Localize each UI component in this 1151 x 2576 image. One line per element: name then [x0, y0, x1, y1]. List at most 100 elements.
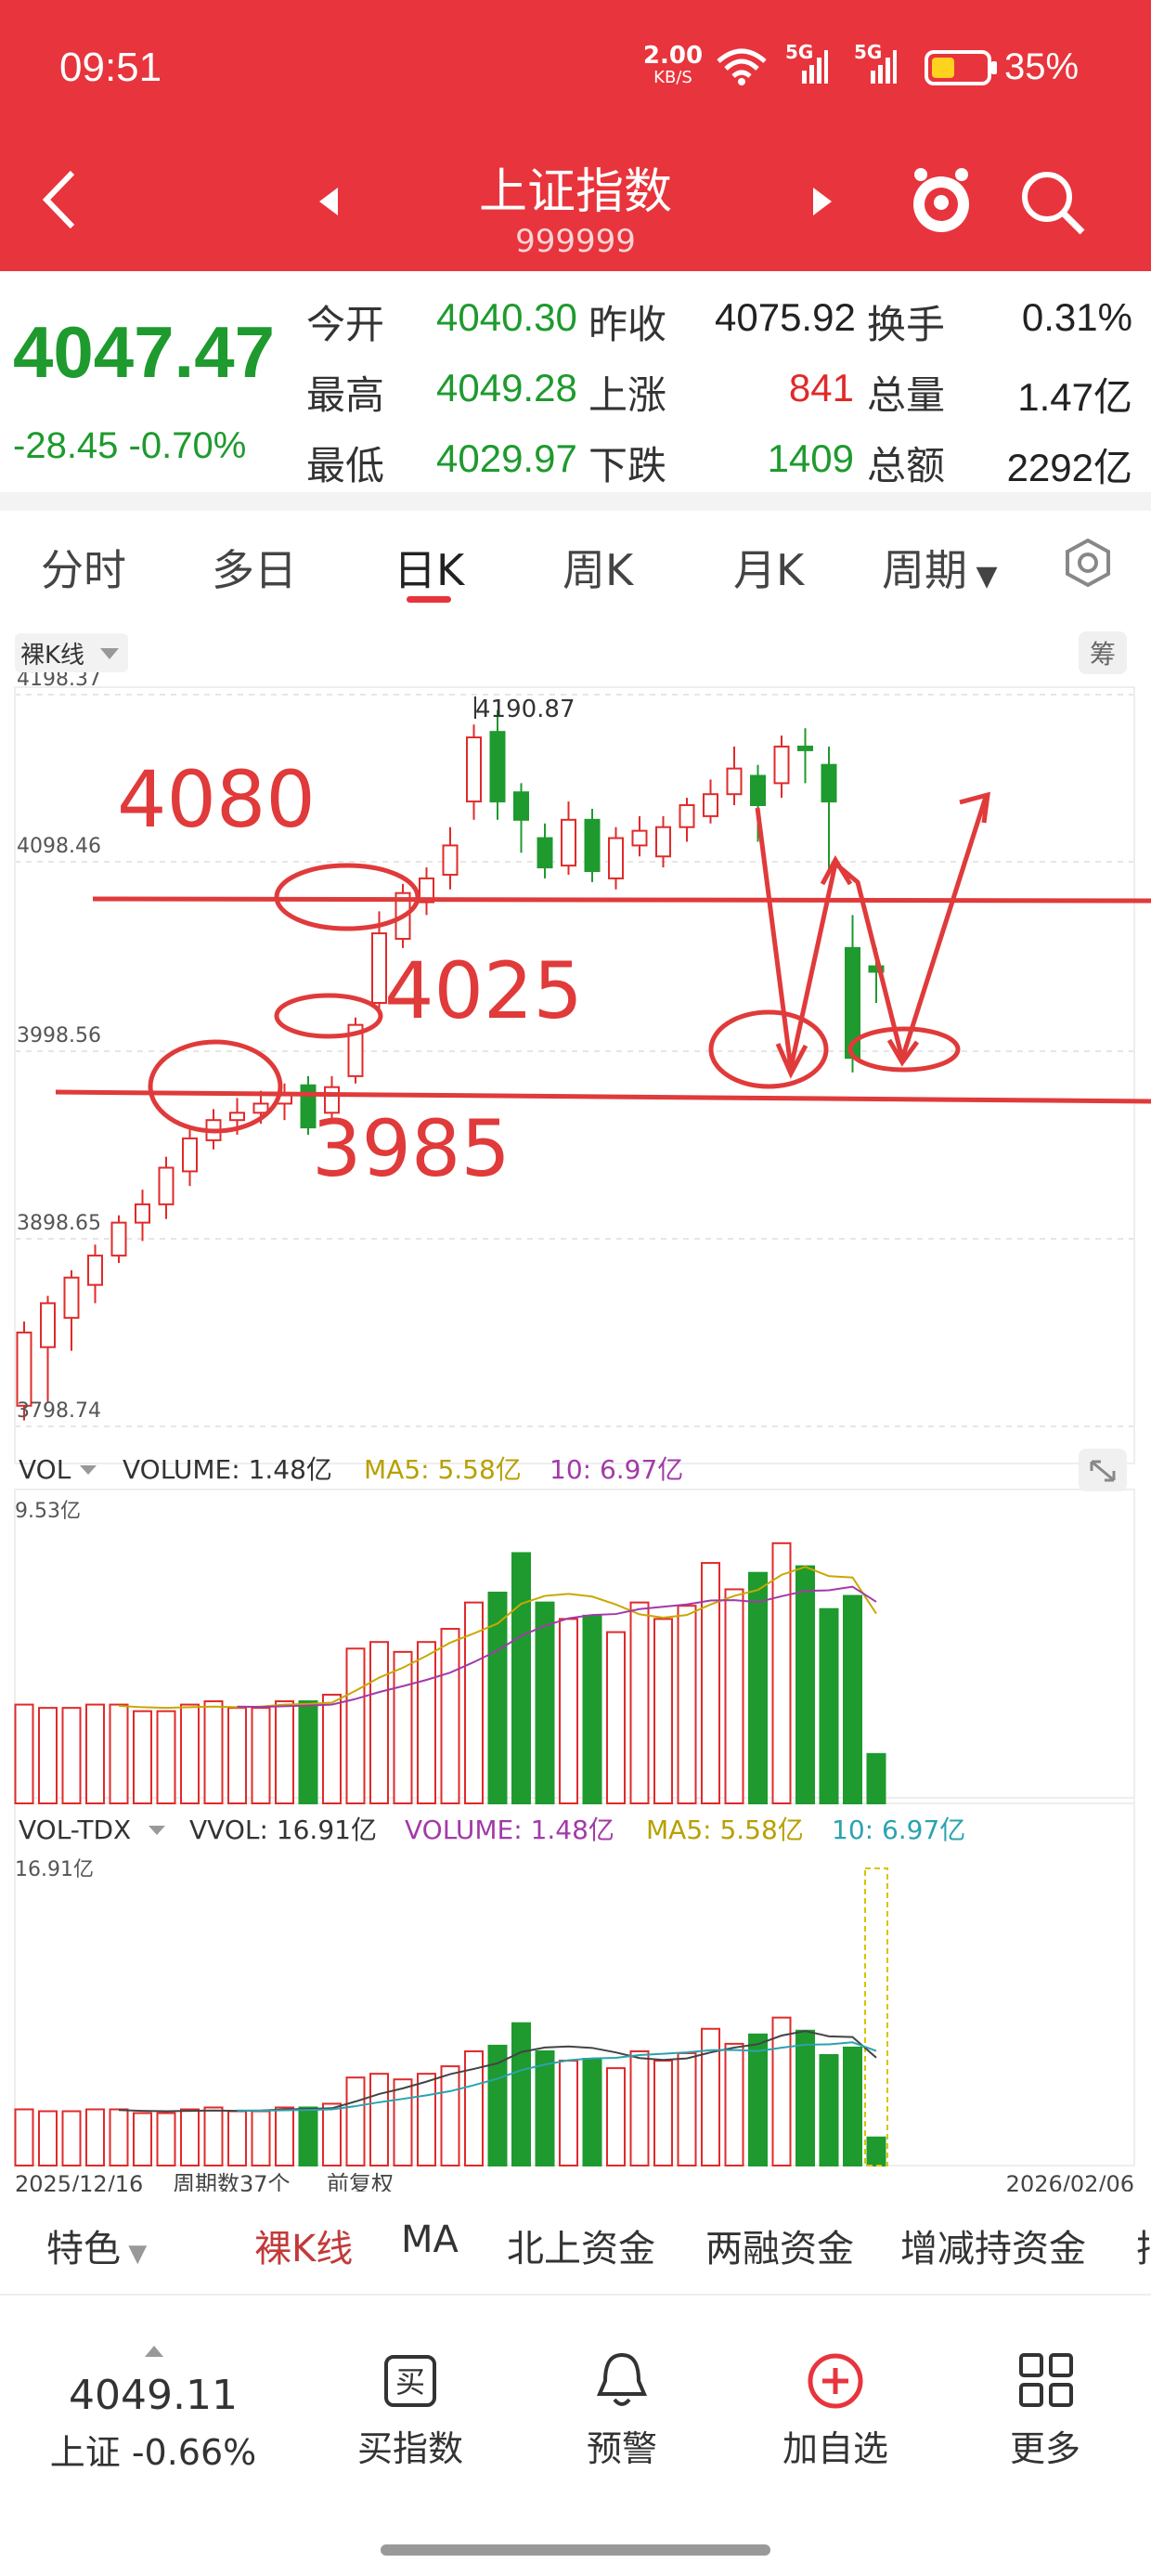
- tab-ma[interactable]: MA: [401, 2218, 459, 2261]
- alert-button[interactable]: 预警: [548, 2420, 696, 2471]
- tab-naked-k[interactable]: 裸K线: [254, 2218, 353, 2272]
- page-title: 上证指数: [478, 164, 672, 220]
- candle-body: [158, 1166, 175, 1205]
- value-amount: 2292亿: [1006, 446, 1132, 489]
- wifi-icon: [717, 48, 767, 85]
- value-high: 4049.28: [436, 366, 577, 410]
- tdx-volume-bar: [748, 2033, 768, 2166]
- label-volume: 总量: [867, 372, 946, 418]
- caret-down-icon: ▼: [967, 560, 998, 592]
- signal-icon: [802, 50, 828, 84]
- buy-icon: 买: [384, 2355, 436, 2407]
- label-prev-close: 昨收: [588, 302, 667, 347]
- footer-index-name[interactable]: 上证 -0.66%: [37, 2424, 269, 2475]
- label-open: 今开: [306, 302, 385, 347]
- tdx-volume-bar: [653, 2060, 673, 2166]
- value-turnover: 0.31%: [1021, 295, 1132, 339]
- tdx-volume: VOLUME: 1.48亿: [405, 1815, 614, 1845]
- vol-ma5: MA5: 5.58亿: [364, 1454, 522, 1485]
- volume-bar: [85, 1703, 105, 1804]
- battery-icon: [925, 50, 997, 85]
- candle-body: [797, 745, 813, 751]
- price-change: -28.45 -0.70%: [13, 425, 247, 466]
- tab-intraday[interactable]: 分时: [41, 537, 126, 598]
- candle-body: [489, 731, 506, 803]
- value-up-count: 841: [788, 366, 854, 410]
- volume-bar: [251, 1707, 271, 1805]
- label-turnover: 换手: [867, 302, 946, 347]
- more-button[interactable]: 更多: [971, 2420, 1119, 2471]
- prev-stock-icon[interactable]: [316, 186, 343, 217]
- caret-down-icon: ▼: [121, 2240, 148, 2268]
- tdx-volume-bar: [677, 2051, 697, 2167]
- candle-body: [561, 818, 576, 867]
- volume-bar: [61, 1707, 82, 1805]
- tdx-volume-bar: [14, 2108, 34, 2167]
- caret-up-icon: [145, 2346, 163, 2357]
- tab-daily-k[interactable]: 日K: [394, 537, 464, 598]
- battery-percent: 35%: [1004, 46, 1080, 87]
- tab-monthly-k[interactable]: 月K: [733, 537, 804, 598]
- tdx-volume-bar: [298, 2106, 318, 2167]
- annotation-circle: [274, 993, 383, 1039]
- tdx-volume-bar: [203, 2106, 224, 2167]
- candle-body: [252, 1102, 269, 1114]
- tab-multi-day[interactable]: 多日: [212, 537, 297, 598]
- tab-northbound[interactable]: 北上资金: [507, 2218, 655, 2272]
- volume-bar: [38, 1707, 58, 1805]
- back-arrow-icon[interactable]: [37, 167, 84, 232]
- footer-index-value[interactable]: 4049.11: [37, 2372, 269, 2419]
- search-icon[interactable]: [1017, 167, 1088, 238]
- candle-body: [110, 1221, 127, 1257]
- candle-body: [442, 844, 459, 876]
- tdx-label: VOL-TDX: [19, 1815, 131, 1845]
- bell-icon: [596, 2352, 648, 2406]
- volume-bar: [14, 1703, 34, 1804]
- volume-bar: [771, 1542, 792, 1804]
- candle-body: [608, 837, 624, 879]
- next-stock-icon[interactable]: [808, 186, 835, 217]
- divider: [0, 492, 1151, 511]
- buy-index-button[interactable]: 买指数: [336, 2420, 485, 2471]
- add-watchlist-button[interactable]: 加自选: [761, 2420, 910, 2471]
- tab-margin[interactable]: 两融资金: [705, 2218, 854, 2272]
- volume-bar: [298, 1700, 318, 1805]
- caret-down-icon: [80, 1465, 97, 1475]
- date-start: 2025/12/16: [15, 2171, 143, 2192]
- active-tab-indicator: [407, 596, 451, 603]
- bottom-toolbar: 4049.11 上证 -0.66% 买 买指数 预警 加自选 更多: [0, 2294, 1151, 2576]
- tdx-volume-bar: [322, 2102, 342, 2166]
- volume-bar: [275, 1700, 294, 1805]
- volume-bar: [345, 1647, 366, 1804]
- volume-bar: [369, 1641, 389, 1804]
- tdx-volume-bar: [535, 2049, 555, 2167]
- tdx-volume-bar: [629, 2049, 650, 2167]
- settings-hex-icon[interactable]: [1060, 535, 1116, 591]
- volume-bar: [795, 1565, 815, 1805]
- candle-body: [135, 1203, 150, 1224]
- buy-icon-glyph: 买: [395, 2364, 425, 2400]
- kline-chart[interactable]: 408040253985 4198.374098.463998.563898.6…: [0, 622, 1151, 2192]
- tab-weekly-k[interactable]: 周K: [563, 537, 633, 598]
- home-indicator: [381, 2544, 770, 2556]
- volume-bar: [227, 1707, 247, 1805]
- y-tick-label: 4098.46: [17, 835, 101, 858]
- volume-bar: [582, 1614, 602, 1804]
- label-amount: 总额: [867, 443, 946, 488]
- tdx-volume-bar: [819, 2053, 839, 2166]
- vol-max-label: 9.53亿: [15, 1500, 81, 1523]
- tab-holdings-change[interactable]: 增减持资金: [900, 2218, 1086, 2272]
- candle-body: [182, 1137, 198, 1173]
- annotation-circle: [708, 1009, 829, 1089]
- volume-bar: [393, 1650, 413, 1804]
- tab-special[interactable]: 特色 ▼: [46, 2218, 147, 2272]
- tdx-max-label: 16.91亿: [15, 1858, 94, 1881]
- indicator-tabs: 特色 ▼ 裸K线 MA 北上资金 两融资金 增减持资金 把: [0, 2205, 1151, 2280]
- tdx-volume-bar: [606, 2067, 626, 2167]
- mascot-icon[interactable]: [906, 163, 976, 238]
- volume-bar: [440, 1628, 460, 1804]
- label-up-count: 上涨: [588, 372, 667, 418]
- tab-truncated[interactable]: 把: [1136, 2218, 1151, 2272]
- candle-body: [773, 745, 790, 785]
- tab-period[interactable]: 周期 ▼: [882, 537, 998, 598]
